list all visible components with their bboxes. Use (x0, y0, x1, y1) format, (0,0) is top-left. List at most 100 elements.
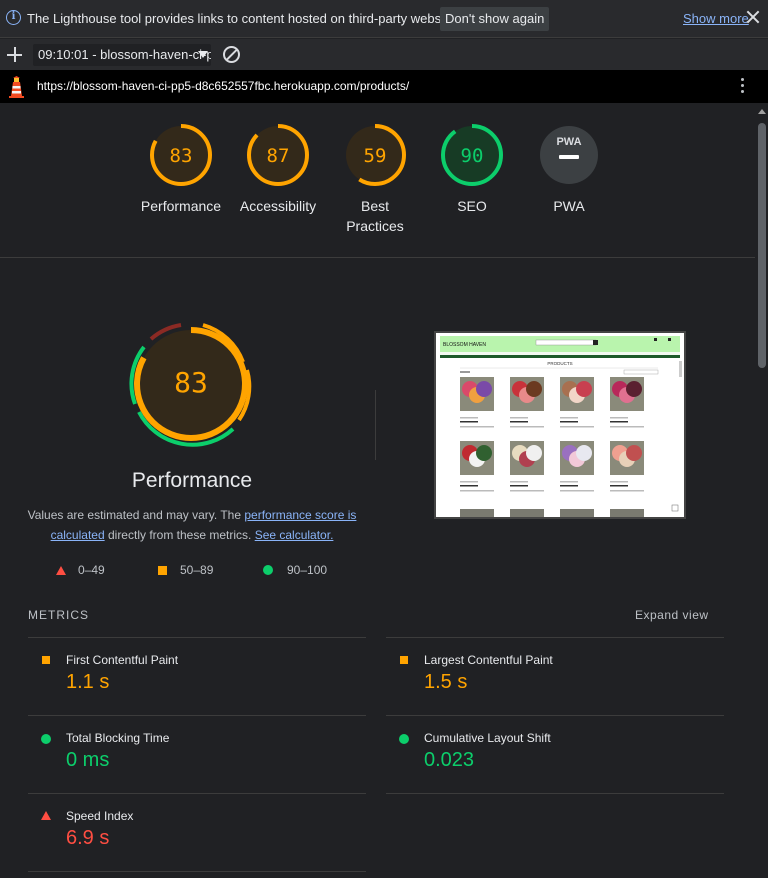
flower-shape (476, 445, 492, 461)
gauge-label: Accessibility (239, 198, 317, 214)
metric-divider (28, 637, 366, 638)
metric-divider (28, 871, 366, 872)
average-square-icon (400, 656, 408, 664)
product-text-line (610, 481, 628, 483)
performance-big-gauge: 83 (129, 323, 252, 447)
gauge-ring: 83 (150, 124, 212, 186)
metric-value: 0.023 (424, 749, 475, 771)
gauge-accessibility[interactable]: 87 Accessibility (228, 123, 328, 216)
product-text-line (460, 417, 478, 419)
audited-url[interactable]: https://blossom-haven-ci-pp5-d8c652557fb… (37, 79, 409, 93)
product-text-line (610, 490, 644, 492)
gauge-score: 83 (170, 145, 193, 167)
gauge-ring: 90 (441, 124, 503, 186)
metric-name: Total Blocking Time (66, 731, 170, 745)
performance-big-score: 83 (174, 366, 208, 399)
product-text-line (510, 481, 528, 483)
scroll-thumb[interactable] (758, 123, 766, 368)
more-options-icon[interactable] (741, 78, 745, 95)
legend-average: 50–89 (158, 563, 213, 577)
product-text-line (610, 485, 628, 487)
product-text-line (560, 426, 594, 428)
product-text-line (560, 417, 578, 419)
new-report-plus-icon[interactable] (7, 47, 22, 62)
pass-circle-icon (41, 734, 51, 744)
fail-triangle-icon (56, 566, 66, 575)
info-bar: i The Lighthouse tool provides links to … (0, 0, 768, 38)
metrics-heading: METRICS (28, 608, 89, 622)
show-more-link[interactable]: Show more (683, 11, 749, 26)
screenshot-heading: PRODUCTS (547, 361, 572, 366)
product-text-line (560, 485, 578, 487)
gauge-ring: 87 (247, 124, 309, 186)
flower-shape (576, 445, 592, 461)
screenshot-brand: BLOSSOM HAVEN (443, 342, 486, 348)
product-text-line (610, 417, 628, 419)
gauge-best-practices[interactable]: 59 Best Practices (325, 123, 425, 236)
report-content: 83 Performance 87 Accessibility 59 Best Practi… (0, 103, 755, 878)
metric-name: First Contentful Paint (66, 653, 179, 667)
gauge-performance[interactable]: 83 Performance (131, 123, 231, 216)
gauge-seo[interactable]: 90 SEO (422, 123, 522, 216)
lighthouse-toolbar: 09:10:01 - blossom-haven-ci-p (0, 39, 768, 70)
close-icon[interactable] (744, 8, 762, 26)
gauge-label: PWA (553, 198, 585, 214)
legend-fail: 0–49 (56, 563, 105, 577)
product-text-line (510, 426, 544, 428)
pwa-badge-text: PWA (556, 136, 581, 148)
expand-view-toggle[interactable]: Expand view (635, 608, 709, 622)
legend-pass: 90–100 (263, 563, 327, 577)
scroll-up-arrow-icon[interactable] (758, 109, 766, 114)
flower-shape (476, 381, 492, 397)
product-text-line (460, 485, 478, 487)
metric-value: 0 ms (66, 749, 110, 771)
pwa-dash-icon (559, 155, 579, 159)
product-text-line (560, 490, 594, 492)
clear-all-icon[interactable] (223, 46, 240, 63)
gauge-label: SEO (457, 198, 487, 214)
gauge-score: 87 (267, 145, 290, 167)
divider (0, 257, 755, 258)
product-text-line (460, 421, 478, 423)
metric-divider (386, 715, 724, 716)
vertical-separator (375, 390, 376, 460)
report-url-bar: https://blossom-haven-ci-pp5-d8c652557fb… (0, 70, 768, 103)
average-square-icon (42, 656, 50, 664)
metric-name: Cumulative Layout Shift (424, 731, 551, 745)
see-calculator-link[interactable]: See calculator. (255, 528, 334, 542)
product-text-line (510, 485, 528, 487)
flower-shape (526, 445, 542, 461)
product-text-line (610, 426, 644, 428)
flower-shape (576, 381, 592, 397)
final-screenshot-thumbnail[interactable]: BLOSSOM HAVEN PRODUCTS (434, 331, 686, 519)
dont-show-again-button[interactable]: Don't show again (440, 7, 550, 31)
gauge-pwa[interactable]: PWA PWA (519, 123, 619, 216)
gauge-label: Performance (140, 198, 222, 214)
pass-circle-icon (399, 734, 409, 744)
fail-triangle-icon (41, 811, 51, 820)
dropdown-caret-icon (198, 51, 208, 58)
product-text-line (560, 421, 578, 423)
gauge-ring: 59 (344, 124, 406, 186)
performance-description: Values are estimated and may vary. The p… (27, 508, 357, 542)
product-text-line (510, 490, 544, 492)
product-text-line (460, 490, 494, 492)
product-text-line (510, 417, 528, 419)
report-select[interactable]: 09:10:01 - blossom-haven-ci-p (33, 44, 211, 66)
metric-divider (28, 715, 366, 716)
flower-shape (526, 381, 542, 397)
report-select-label: 09:10:01 - blossom-haven-ci-p (38, 47, 211, 62)
metric-value: 6.9 s (66, 827, 110, 849)
flower-shape (626, 445, 642, 461)
info-icon: i (6, 10, 21, 25)
metric-divider (386, 793, 724, 794)
metric-name: Largest Contentful Paint (424, 653, 553, 667)
product-text-line (460, 481, 478, 483)
product-image (510, 509, 544, 517)
average-square-icon (158, 566, 167, 575)
metric-divider (386, 637, 724, 638)
lighthouse-logo-icon (9, 76, 24, 98)
scrollbar[interactable] (755, 103, 768, 878)
gauge-score: 59 (364, 145, 387, 167)
gauge-label: Best Practices (346, 198, 404, 234)
